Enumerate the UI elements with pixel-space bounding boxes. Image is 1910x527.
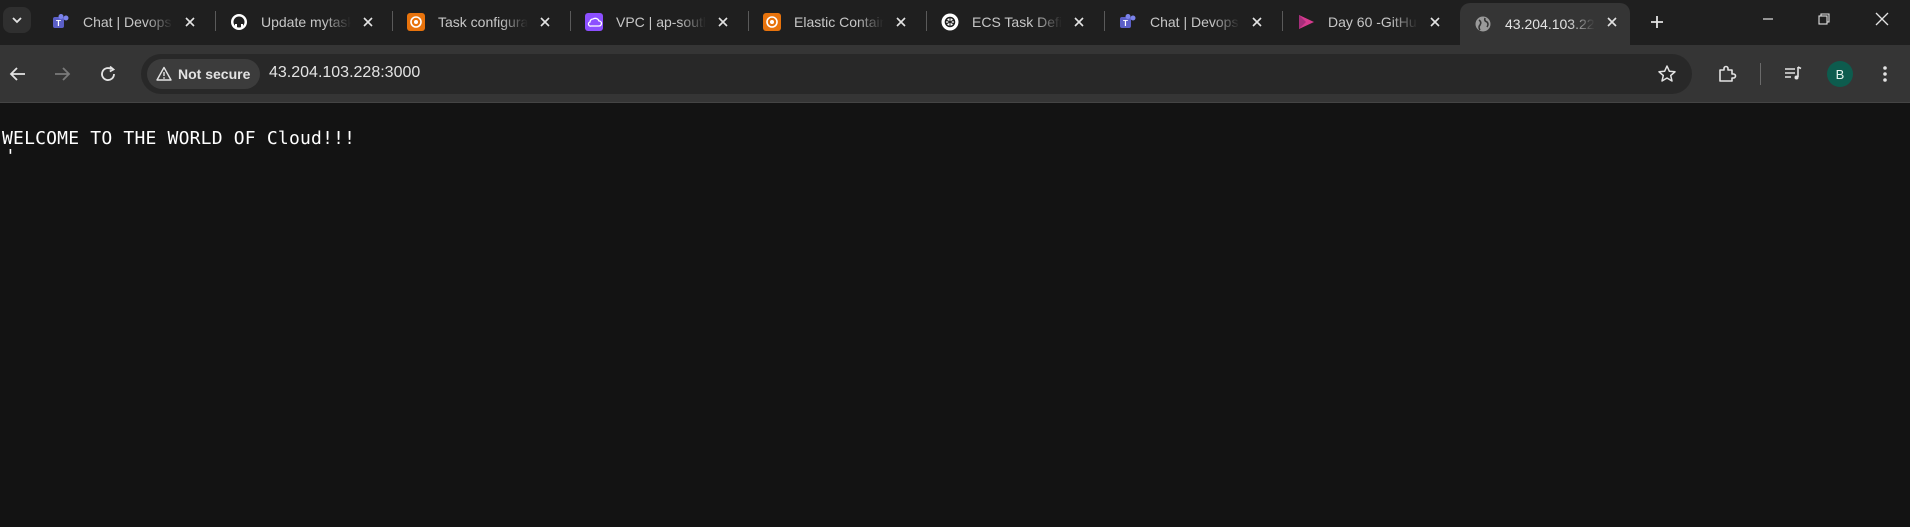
bookmark-button[interactable] <box>1656 63 1678 85</box>
reload-icon <box>101 65 116 81</box>
security-indicator[interactable]: Not secure <box>147 59 261 89</box>
forward-button[interactable] <box>47 59 77 89</box>
tab-day-60-github[interactable]: Day 60 -GitHub <box>1283 3 1453 41</box>
tab-update-mytask[interactable]: Update mytask <box>216 3 386 41</box>
minimize-icon <box>1763 18 1773 20</box>
toolbar-divider <box>1760 63 1761 85</box>
tab-elastic-container[interactable]: Elastic Container <box>749 3 919 41</box>
close-tab-icon[interactable] <box>1249 14 1265 30</box>
tab-vpc[interactable]: VPC | ap-south-1 <box>571 3 741 41</box>
aws-vpc-icon <box>585 13 603 31</box>
browser-toolbar: Not secure 43.204.103.228:3000 B <box>0 45 1910 103</box>
security-label: Not secure <box>178 66 251 82</box>
arrow-left-icon <box>9 67 25 81</box>
browser-menu-button[interactable] <box>1870 59 1900 89</box>
tab-ecs-task-definition[interactable]: ECS Task Definition <box>927 3 1097 41</box>
close-tab-icon[interactable] <box>1071 14 1087 30</box>
restore-icon <box>1818 13 1830 25</box>
page-viewport: WELCOME TO THE WORLD OF Cloud!!! ' <box>0 104 1910 527</box>
tab-title: Chat | Devops <box>1150 14 1239 30</box>
profile-avatar[interactable]: B <box>1827 61 1853 87</box>
close-tab-icon[interactable] <box>182 14 198 30</box>
close-tab-icon[interactable] <box>1604 14 1620 30</box>
svg-text:T: T <box>1123 19 1128 28</box>
reload-button[interactable] <box>93 59 123 89</box>
aws-ecs-icon <box>763 13 781 31</box>
puzzle-icon <box>1719 65 1737 82</box>
back-button[interactable] <box>3 59 33 89</box>
more-vertical-icon <box>1883 66 1887 82</box>
address-bar[interactable]: Not secure 43.204.103.228:3000 <box>141 54 1692 94</box>
play-icon <box>1297 13 1315 31</box>
tab-chat-devops-1[interactable]: T Chat | Devops <box>38 3 208 41</box>
close-window-button[interactable] <box>1854 0 1910 38</box>
tab-title: ECS Task Definition <box>972 14 1062 30</box>
close-tab-icon[interactable] <box>537 14 553 30</box>
github-icon <box>230 13 248 31</box>
chevron-down-icon <box>12 17 22 24</box>
tab-task-configuration[interactable]: Task configuration <box>393 3 563 41</box>
close-tab-icon[interactable] <box>1427 14 1443 30</box>
tab-title: Elastic Container <box>794 14 884 30</box>
aws-ecs-icon <box>407 13 425 31</box>
tab-title: 43.204.103.228 <box>1505 16 1595 32</box>
tab-active-43-204-103-228[interactable]: 43.204.103.228 <box>1460 3 1630 45</box>
tab-title: Update mytask <box>261 14 351 30</box>
close-tab-icon[interactable] <box>360 14 376 30</box>
svg-text:T: T <box>56 19 61 28</box>
tab-title: Day 60 -GitHub <box>1328 14 1418 30</box>
media-control-button[interactable] <box>1778 59 1808 89</box>
tab-title: Chat | Devops <box>83 14 172 30</box>
tab-search-button[interactable] <box>3 7 31 33</box>
globe-icon <box>1474 15 1492 33</box>
warning-icon <box>156 66 172 82</box>
teams-icon: T <box>1119 13 1137 31</box>
openai-icon <box>941 13 959 31</box>
tab-strip: T Chat | Devops Update mytask Task confi… <box>0 0 1910 45</box>
tab-chat-devops-2[interactable]: T Chat | Devops <box>1105 3 1275 41</box>
extensions-button[interactable] <box>1712 59 1742 89</box>
plus-icon <box>1651 16 1663 28</box>
welcome-message: WELCOME TO THE WORLD OF Cloud!!! <box>2 128 356 149</box>
minimize-button[interactable] <box>1740 0 1796 38</box>
close-tab-icon[interactable] <box>715 14 731 30</box>
playlist-icon <box>1785 66 1802 80</box>
star-icon <box>1658 65 1676 82</box>
new-tab-button[interactable] <box>1643 8 1671 36</box>
page-extra-text: ' <box>5 146 16 167</box>
url-text[interactable]: 43.204.103.228:3000 <box>269 64 420 82</box>
tab-title: VPC | ap-south-1 <box>616 14 706 30</box>
close-tab-icon[interactable] <box>893 14 909 30</box>
arrow-right-icon <box>55 67 71 81</box>
restore-button[interactable] <box>1796 0 1852 38</box>
close-icon <box>1875 12 1889 26</box>
teams-icon: T <box>52 13 70 31</box>
tab-title: Task configuration <box>438 14 528 30</box>
